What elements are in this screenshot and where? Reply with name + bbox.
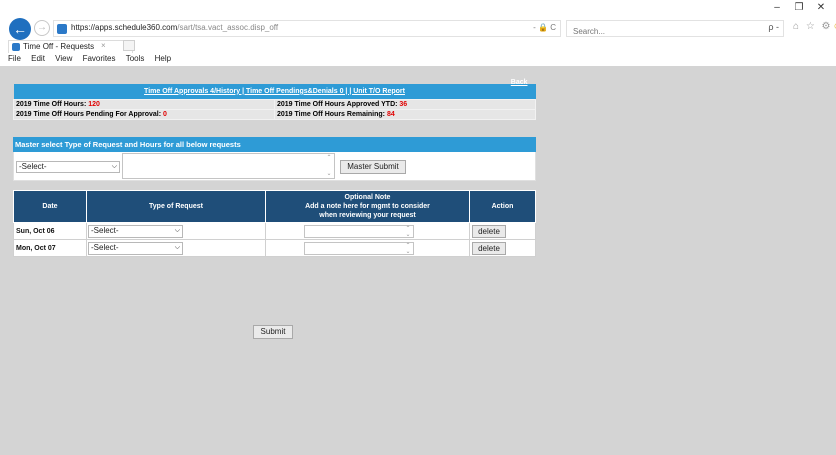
master-select-panel: Master select Type of Request and Hours … — [13, 137, 536, 181]
site-favicon-icon — [57, 24, 67, 34]
master-submit-button[interactable]: Master Submit — [340, 160, 406, 174]
home-star-gear-icon[interactable]: ⌂ ☆ ⚙ — [793, 21, 833, 32]
row-action-cell: delete — [469, 239, 536, 257]
back-link[interactable]: Back — [511, 79, 528, 86]
smiley-icon[interactable]: ☺ — [833, 21, 836, 32]
menu-help[interactable]: Help — [155, 54, 171, 63]
row-note-cell: ⌃ ⌄ — [265, 222, 470, 240]
spin-down-icon[interactable]: ⌄ — [404, 232, 412, 238]
chevron-down-icon: ⌵ — [174, 243, 180, 251]
delete-button[interactable]: delete — [472, 224, 506, 238]
requests-table: Date Type of Request Optional Note Add a… — [13, 190, 536, 257]
remaining-cell: 2019 Time Off Hours Remaining: 84 — [274, 108, 536, 120]
col-type: Type of Request — [86, 190, 266, 223]
master-heading: Master select Type of Request and Hours … — [13, 137, 536, 152]
col-date: Date — [13, 190, 87, 223]
row-action-cell: delete — [469, 222, 536, 240]
row-note-input[interactable]: ⌃ ⌄ — [304, 224, 414, 238]
time-off-summary: Time Off Approvals 4/History | Time Off … — [13, 79, 536, 120]
summary-nav-bar: Time Off Approvals 4/History | Time Off … — [13, 79, 536, 99]
hours-cell: 2019 Time Off Hours: 120 — [13, 98, 275, 110]
row-type-select[interactable]: -Select- ⌵ — [88, 241, 183, 255]
back-arrow-icon[interactable]: ← — [9, 18, 31, 40]
row-type-select[interactable]: -Select- ⌵ — [88, 224, 183, 238]
approved-cell: 2019 Time Off Hours Approved YTD: 36 — [274, 98, 536, 110]
menu-favorites[interactable]: Favorites — [83, 54, 116, 63]
tab-title: Time Off - Requests — [23, 42, 95, 51]
row-type-cell: -Select- ⌵ — [86, 239, 266, 257]
col-note: Optional Note Add a note here for mgmt t… — [265, 190, 470, 223]
row-note-input[interactable]: ⌃ ⌄ — [304, 241, 414, 255]
spin-down-icon[interactable]: ⌄ — [404, 249, 412, 255]
menu-tools[interactable]: Tools — [126, 54, 145, 63]
master-type-select[interactable]: -Select- ⌵ — [16, 161, 120, 173]
new-tab-button[interactable] — [123, 40, 135, 51]
time-off-nav-links[interactable]: Time Off Approvals 4/History | Time Off … — [144, 88, 405, 95]
address-url: https://apps.schedule360.com/sart/tsa.va… — [71, 23, 279, 32]
chevron-down-icon: ⌵ — [111, 163, 117, 170]
tab-close-icon[interactable]: × — [101, 41, 106, 50]
menu-bar: File Edit View Favorites Tools Help — [0, 54, 836, 66]
menu-edit[interactable]: Edit — [31, 54, 45, 63]
browser-search-input[interactable] — [573, 24, 753, 39]
address-controls[interactable]: - 🔒 C — [533, 23, 556, 32]
pending-cell: 2019 Time Off Hours Pending For Approval… — [13, 108, 275, 120]
row-type-cell: -Select- ⌵ — [86, 222, 266, 240]
menu-file[interactable]: File — [8, 54, 21, 63]
chevron-down-icon: ⌵ — [174, 226, 180, 234]
browser-tab-active[interactable]: Time Off - Requests × — [8, 40, 133, 53]
close-window-icon[interactable]: ✕ — [810, 2, 832, 13]
delete-button[interactable]: delete — [472, 241, 506, 255]
page-content: Time Off Approvals 4/History | Time Off … — [0, 66, 836, 455]
col-action: Action — [469, 190, 536, 223]
forward-arrow-icon[interactable]: → — [34, 20, 50, 36]
address-bar[interactable]: https://apps.schedule360.com/sart/tsa.va… — [53, 20, 561, 37]
row-date: Mon, Oct 07 — [13, 239, 87, 257]
row-note-cell: ⌃ ⌄ — [265, 239, 470, 257]
approved-value: 36 — [399, 100, 408, 108]
minimize-icon[interactable]: – — [766, 2, 788, 13]
restore-icon[interactable]: ❐ — [788, 2, 810, 13]
tab-favicon-icon — [12, 43, 20, 51]
browser-search-box[interactable]: ρ - — [566, 20, 784, 39]
scroll-up-icon[interactable]: ⌃ — [325, 155, 333, 161]
search-icon[interactable]: ρ - — [768, 22, 779, 32]
submit-button[interactable]: Submit — [253, 325, 293, 339]
table-row: Mon, Oct 07 -Select- ⌵ ⌃ ⌄ delete — [13, 239, 536, 257]
hours-value: 120 — [88, 100, 100, 108]
toolbar-icons[interactable]: ⌂ ☆ ⚙☺ — [793, 21, 836, 32]
row-date: Sun, Oct 06 — [13, 222, 87, 240]
table-row: Sun, Oct 06 -Select- ⌵ ⌃ ⌄ delete — [13, 222, 536, 240]
scroll-down-icon[interactable]: ⌄ — [325, 171, 333, 177]
window-controls: – ❐ ✕ — [766, 2, 832, 13]
remaining-value: 84 — [386, 110, 395, 118]
browser-chrome: ← → https://apps.schedule360.com/sart/ts… — [0, 0, 836, 66]
pending-value: 0 — [163, 110, 167, 118]
master-hours-textarea[interactable]: ⌃ ⌄ — [122, 153, 335, 179]
menu-view[interactable]: View — [55, 54, 72, 63]
